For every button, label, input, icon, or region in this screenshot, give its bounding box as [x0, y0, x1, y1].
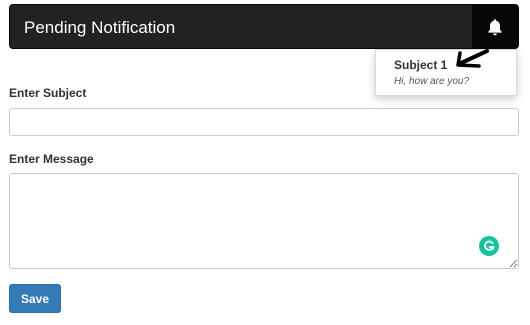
message-label: Enter Message: [9, 152, 94, 166]
arrow-annotation-icon: [456, 49, 489, 68]
page: Pending Notification Subject 1 Hi, how a…: [0, 0, 530, 325]
bell-icon: [488, 18, 502, 35]
grammarly-button[interactable]: [479, 236, 499, 256]
notification-subject: Subject 1: [394, 58, 448, 72]
navbar-title: Pending Notification: [24, 18, 176, 37]
save-button[interactable]: Save: [9, 284, 61, 313]
subject-label: Enter Subject: [9, 86, 87, 100]
navbar: Pending Notification: [9, 4, 519, 49]
message-textarea[interactable]: [9, 173, 519, 269]
notification-dropdown: Subject 1 Hi, how are you?: [375, 49, 517, 96]
notification-bell-button[interactable]: [472, 5, 518, 48]
notification-message: Hi, how are you?: [394, 76, 470, 87]
grammarly-icon: [484, 240, 495, 251]
subject-input[interactable]: [9, 108, 519, 136]
